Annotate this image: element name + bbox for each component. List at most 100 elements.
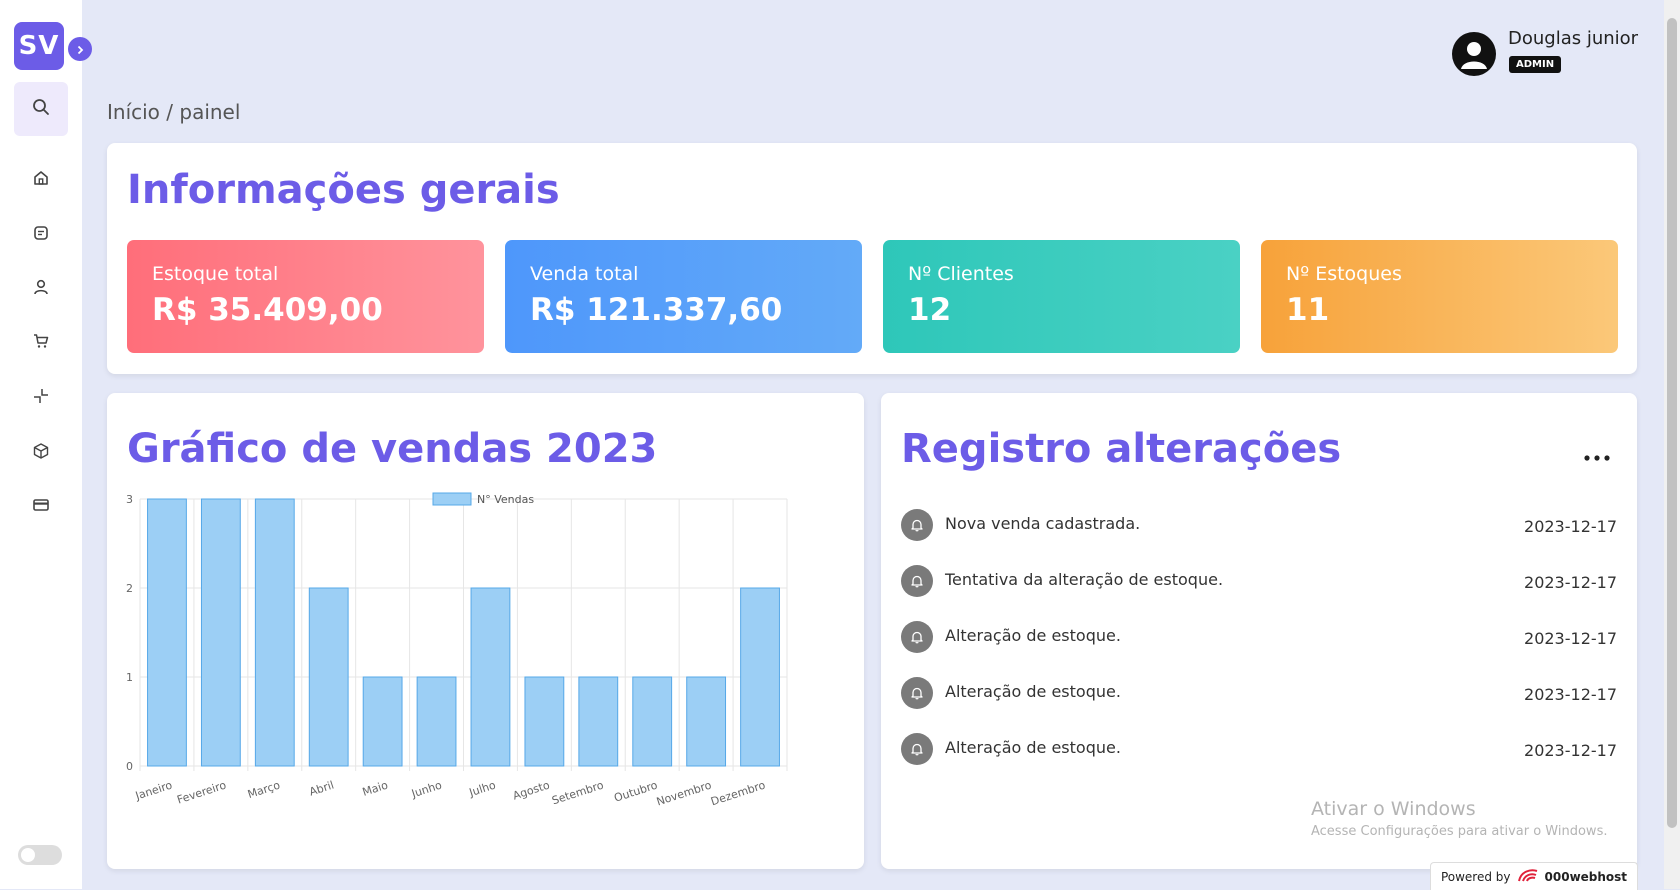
avatar[interactable] <box>1452 32 1496 76</box>
log-item-text: Alteração de estoque. <box>945 682 1121 701</box>
chart-bar[interactable] <box>416 676 457 767</box>
package-icon <box>32 442 50 464</box>
stat-total-stock: Estoque total R$ 35.409,00 <box>127 240 484 353</box>
nav-notes[interactable] <box>28 222 54 248</box>
x-tick-label: Julho <box>467 778 498 799</box>
stat-value: 12 <box>908 292 952 328</box>
legend-label: N° Vendas <box>477 493 534 506</box>
log-item-date: 2023-12-17 <box>1524 573 1617 592</box>
theme-toggle-knob <box>21 848 35 862</box>
log-item: Alteração de estoque. 2023-12-17 <box>901 729 1617 769</box>
theme-toggle[interactable] <box>18 845 62 865</box>
stat-label: Venda total <box>530 263 639 285</box>
windows-activation-title: Ativar o Windows <box>1311 798 1476 820</box>
more-options-button[interactable] <box>1583 449 1611 462</box>
change-log-title: Registro alterações <box>901 426 1342 472</box>
credit-card-icon <box>32 496 50 518</box>
home-icon <box>32 169 50 191</box>
page-scrollbar[interactable] <box>1664 0 1680 889</box>
log-item-date: 2023-12-17 <box>1524 629 1617 648</box>
sales-chart-card: Gráfico de vendas 2023 0 1 2 3 Janeiro Fevere… <box>107 393 864 869</box>
log-item: Alteração de estoque. 2023-12-17 <box>901 617 1617 657</box>
log-item: Nova venda cadastrada. 2023-12-17 <box>901 505 1617 545</box>
powered-by-badge[interactable]: Powered by 000webhost <box>1430 862 1638 890</box>
bell-icon <box>901 733 933 765</box>
nav-users[interactable] <box>28 276 54 302</box>
x-tick-label: Março <box>246 778 282 801</box>
log-item-date: 2023-12-17 <box>1524 685 1617 704</box>
nav-packages[interactable] <box>28 440 54 466</box>
chart-bar[interactable] <box>578 676 619 767</box>
nav-home[interactable] <box>28 167 54 193</box>
nav-collapse[interactable] <box>28 385 54 411</box>
nav-cart[interactable] <box>28 330 54 356</box>
chart-bar[interactable] <box>200 498 241 767</box>
y-tick-label: 2 <box>126 582 133 595</box>
stat-label: Nº Clientes <box>908 263 1014 285</box>
x-tick-label: Abril <box>308 778 336 798</box>
stat-clients: Nº Clientes 12 <box>883 240 1240 353</box>
x-tick-label: Fevereiro <box>175 778 228 806</box>
log-item-text: Tentativa da alteração de estoque. <box>945 570 1224 589</box>
chart-bar[interactable] <box>254 498 295 767</box>
powered-by-brand: 000webhost <box>1544 869 1628 884</box>
user-role-badge: ADMIN <box>1509 56 1562 73</box>
webhost-logo-icon <box>1517 867 1539 886</box>
bell-icon <box>901 621 933 653</box>
x-tick-label: Janeiro <box>133 778 174 802</box>
scrollbar-thumb[interactable] <box>1667 18 1677 828</box>
app-logo[interactable]: SV <box>14 22 64 70</box>
search-button[interactable] <box>14 82 68 136</box>
x-tick-label: Agosto <box>511 778 551 802</box>
log-item-date: 2023-12-17 <box>1524 517 1617 536</box>
user-icon <box>32 278 50 300</box>
chart-bar[interactable] <box>740 587 780 767</box>
stat-value: R$ 35.409,00 <box>152 292 383 328</box>
x-tick-label: Maio <box>361 778 390 798</box>
y-tick-label: 0 <box>126 760 133 773</box>
general-info-card: Informações gerais Estoque total R$ 35.4… <box>107 143 1637 374</box>
user-name: Douglas junior <box>1508 28 1639 49</box>
chart-bar[interactable] <box>147 498 187 767</box>
stat-total-sales: Venda total R$ 121.337,60 <box>505 240 862 353</box>
chart-bar[interactable] <box>308 587 349 767</box>
x-tick-label: Setembro <box>550 778 605 807</box>
log-item-text: Alteração de estoque. <box>945 626 1121 645</box>
log-item-text: Alteração de estoque. <box>945 738 1121 757</box>
log-item-date: 2023-12-17 <box>1524 741 1617 760</box>
x-tick-label: Novembro <box>655 778 713 808</box>
legend-swatch[interactable] <box>432 492 472 506</box>
nav-payments[interactable] <box>28 494 54 520</box>
stat-value: 11 <box>1286 292 1330 328</box>
stat-value: R$ 121.337,60 <box>530 292 783 328</box>
log-item: Alteração de estoque. 2023-12-17 <box>901 673 1617 713</box>
stat-label: Estoque total <box>152 263 279 285</box>
sales-chart: 0 1 2 3 Janeiro Fevereiro Março Abril Maio Junho J… <box>126 492 788 808</box>
cart-icon <box>32 332 50 354</box>
sidebar: SV <box>0 0 82 889</box>
general-info-title: Informações gerais <box>127 167 560 213</box>
collapse-icon <box>32 387 50 409</box>
bell-icon <box>901 509 933 541</box>
bell-icon <box>901 565 933 597</box>
stat-stocks: Nº Estoques 11 <box>1261 240 1618 353</box>
user-avatar-icon <box>1452 42 1496 76</box>
y-tick-label: 3 <box>126 493 133 506</box>
chart-bar[interactable] <box>686 676 727 767</box>
chart-bar[interactable] <box>632 676 673 767</box>
bell-icon <box>901 677 933 709</box>
chart-bar[interactable] <box>470 587 511 767</box>
x-tick-label: Outubro <box>612 778 659 804</box>
change-log-card: Registro alterações Nova venda cadastrad… <box>881 393 1637 869</box>
stat-label: Nº Estoques <box>1286 263 1402 285</box>
more-dots-icon <box>1584 455 1610 461</box>
chart-bar[interactable] <box>524 676 565 767</box>
powered-by-label: Powered by <box>1440 869 1511 884</box>
windows-activation-subtitle: Acesse Configurações para ativar o Windo… <box>1311 824 1608 839</box>
notes-icon <box>32 224 50 246</box>
log-item: Tentativa da alteração de estoque. 2023-1… <box>901 561 1617 601</box>
sidebar-expand-button[interactable] <box>68 37 92 61</box>
chart-bar[interactable] <box>362 676 403 767</box>
chevron-right-icon <box>75 40 85 59</box>
search-icon <box>32 98 50 120</box>
